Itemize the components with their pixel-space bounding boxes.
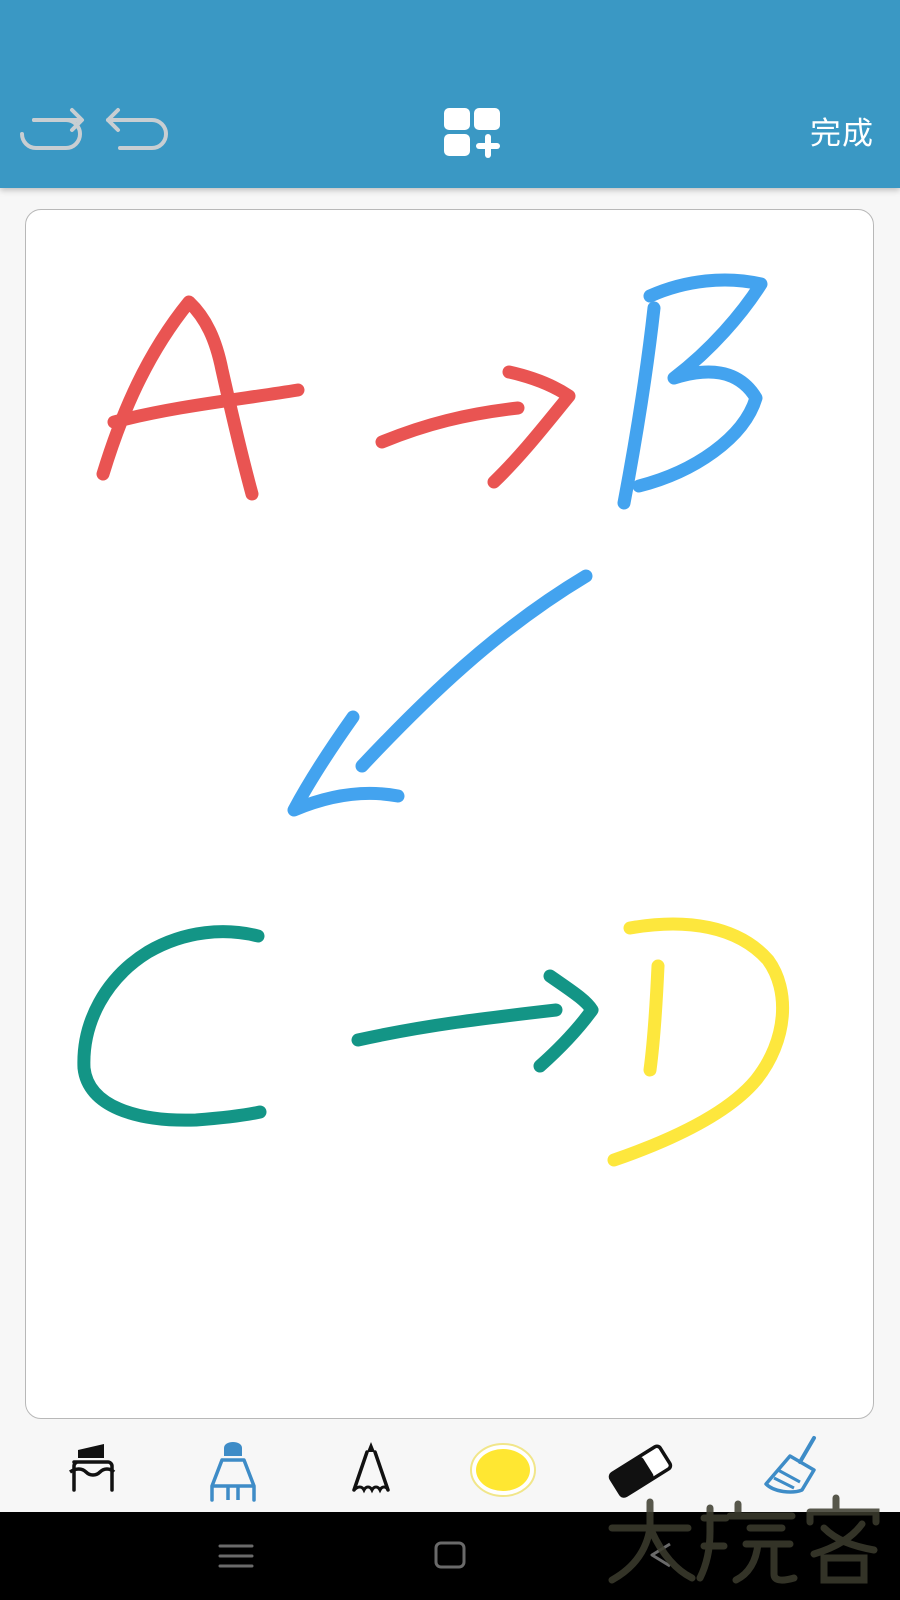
done-button[interactable]: 完成 [810, 112, 874, 156]
nav-menu-button[interactable] [206, 1530, 266, 1584]
tool-brush-pen[interactable] [196, 1432, 270, 1506]
tool-marker[interactable] [54, 1432, 128, 1506]
stroke-letter-a [96, 295, 305, 501]
nav-home-button[interactable] [420, 1530, 480, 1584]
stroke-arrow-teal [351, 969, 599, 1073]
stroke-arrow-blue [287, 569, 593, 817]
tool-pencil[interactable] [334, 1432, 408, 1506]
add-page-button[interactable] [442, 106, 508, 160]
stroke-arrow-red [375, 365, 576, 489]
redo-arrow-icon [20, 108, 84, 150]
marker-icon [69, 1444, 116, 1492]
home-icon [434, 1541, 466, 1569]
menu-icon [218, 1544, 254, 1568]
undo-arrow-icon [106, 108, 168, 150]
redo-button[interactable] [14, 106, 86, 156]
drawing-canvas[interactable] [25, 209, 874, 1419]
top-app-bar: 完成 [0, 0, 900, 188]
undo-button[interactable] [102, 106, 174, 156]
tool-color[interactable] [466, 1432, 540, 1506]
pencil-icon [352, 1442, 390, 1494]
color-swatch-icon [470, 1443, 536, 1497]
watermark-logo [606, 1488, 894, 1588]
stroke-letter-b [617, 273, 768, 510]
stroke-letter-d [607, 917, 790, 1167]
add-page-grid-icon [444, 108, 500, 158]
brush-pen-icon [210, 1442, 256, 1502]
stroke-letter-c [77, 925, 267, 1127]
